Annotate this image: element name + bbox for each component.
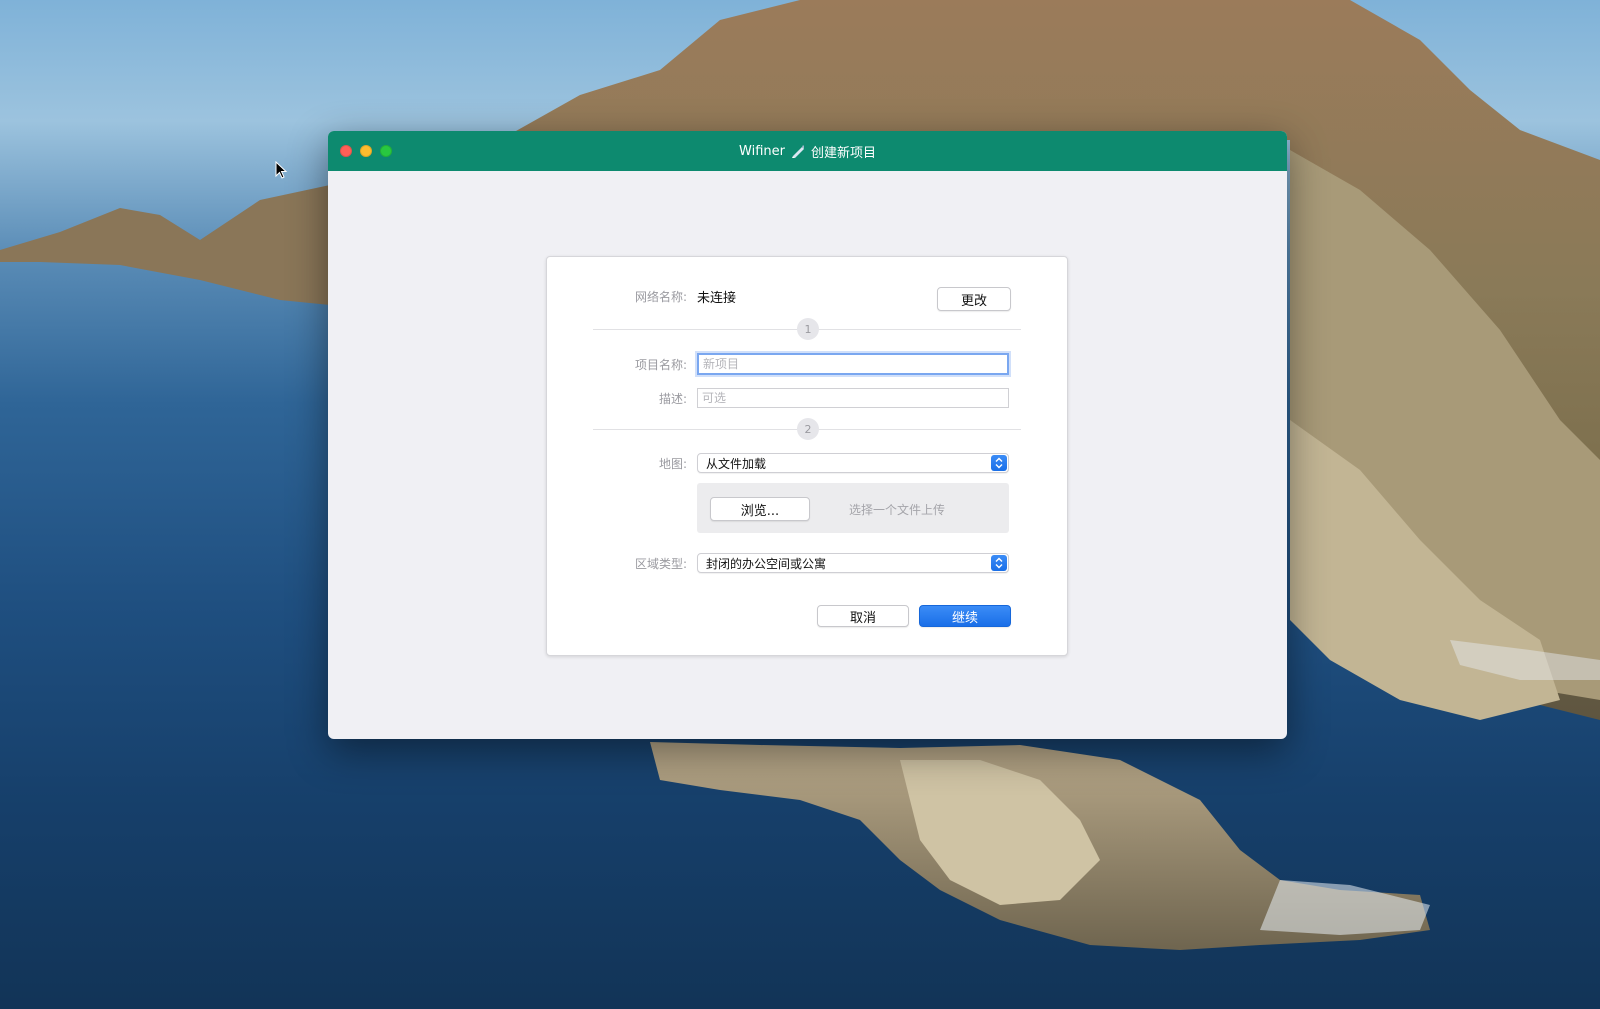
change-network-button[interactable]: 更改 xyxy=(937,287,1011,311)
cancel-button[interactable]: 取消 xyxy=(817,605,909,627)
upload-hint: 选择一个文件上传 xyxy=(849,503,946,517)
app-name: Wifiner xyxy=(739,143,785,159)
map-select-value: 从文件加载 xyxy=(706,456,767,471)
file-upload-area[interactable]: 浏览... 选择一个文件上传 xyxy=(697,483,1009,533)
window-title: Wifiner 创建新项目 xyxy=(739,142,876,161)
network-value: 未连接 xyxy=(697,291,737,306)
map-row: 地图: 从文件加载 xyxy=(547,453,1009,473)
project-name-row: 项目名称: xyxy=(547,353,1009,375)
close-window-button[interactable] xyxy=(340,145,352,157)
area-type-row: 区域类型: 封闭的办公空间或公寓 xyxy=(547,553,1009,573)
up-down-chevron-icon xyxy=(991,455,1007,471)
window-title-text: 创建新项目 xyxy=(810,145,876,161)
description-row: 描述: xyxy=(547,388,1009,408)
project-name-label: 项目名称: xyxy=(634,357,687,372)
area-type-select-value: 封闭的办公空间或公寓 xyxy=(706,556,827,571)
network-row: 网络名称: 未连接 xyxy=(547,287,736,306)
window-controls xyxy=(340,145,392,157)
minimize-window-button[interactable] xyxy=(360,145,372,157)
map-label: 地图: xyxy=(658,456,687,471)
step-indicator-1: 1 xyxy=(797,318,819,340)
step-indicator-2: 2 xyxy=(797,418,819,440)
new-project-panel: 网络名称: 未连接 更改 1 项目名称: 描述: 2 地图: 从文件加载 xyxy=(546,256,1068,656)
continue-button[interactable]: 继续 xyxy=(919,605,1011,627)
project-name-input[interactable] xyxy=(697,353,1009,375)
mouse-cursor-icon xyxy=(275,161,288,179)
area-type-select[interactable]: 封闭的办公空间或公寓 xyxy=(697,553,1009,573)
network-label: 网络名称: xyxy=(634,290,687,304)
app-window: Wifiner 创建新项目 网络名称: 未连接 更改 1 项目名称: 描述: xyxy=(328,131,1287,739)
wifiner-logo-icon xyxy=(791,145,804,158)
zoom-window-button[interactable] xyxy=(380,145,392,157)
title-bar[interactable]: Wifiner 创建新项目 xyxy=(328,131,1287,171)
area-type-label: 区域类型: xyxy=(634,556,687,571)
map-select[interactable]: 从文件加载 xyxy=(697,453,1009,473)
up-down-chevron-icon xyxy=(991,555,1007,571)
browse-button[interactable]: 浏览... xyxy=(710,497,810,521)
description-label: 描述: xyxy=(658,391,687,406)
description-input[interactable] xyxy=(697,388,1009,408)
